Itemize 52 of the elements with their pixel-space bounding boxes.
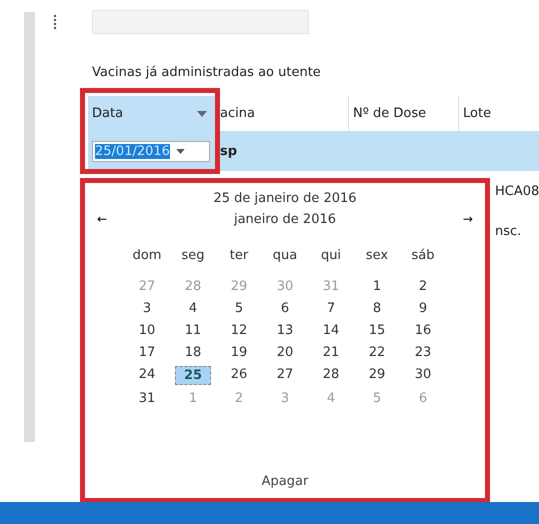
calendar-day[interactable]: 15 — [360, 322, 394, 339]
weekday-label: seg — [181, 248, 205, 263]
calendar-day[interactable]: 18 — [176, 344, 210, 361]
calendar-day[interactable]: 25 — [174, 366, 212, 385]
calendar-day[interactable]: 7 — [318, 300, 344, 317]
previous-month-button[interactable]: ← — [95, 210, 110, 228]
calendar-day[interactable]: 31 — [130, 390, 164, 407]
calendar-day[interactable]: 1 — [364, 278, 390, 295]
calendar-day[interactable]: 3 — [134, 300, 160, 317]
calendar-day[interactable]: 27 — [268, 366, 302, 385]
month-title: janeiro de 2016 — [234, 212, 336, 226]
calendar-day[interactable]: 10 — [130, 322, 164, 339]
calendar-day[interactable]: 8 — [364, 300, 390, 317]
calendar-day[interactable]: 24 — [130, 366, 164, 385]
weekday-label: ter — [230, 248, 248, 263]
weekday-label: sex — [366, 248, 388, 263]
calendar-day[interactable]: 17 — [130, 344, 164, 361]
clear-button[interactable]: Apagar — [256, 473, 314, 490]
calendar-day[interactable]: 30 — [406, 366, 440, 385]
calendar-day[interactable]: 26 — [222, 366, 256, 385]
date-value: 25/01/2016 — [95, 144, 170, 158]
today-link[interactable]: 25 de janeiro de 2016 — [213, 191, 357, 206]
calendar-day[interactable]: 11 — [176, 322, 210, 339]
calendar-day[interactable]: 23 — [406, 344, 440, 361]
dropdown-icon — [176, 148, 185, 154]
next-month-button[interactable]: → — [460, 210, 475, 228]
calendar-day[interactable]: 14 — [314, 322, 348, 339]
table-cell: sp — [220, 144, 238, 158]
calendar-day[interactable]: 2 — [410, 278, 436, 295]
weekday-label: qua — [272, 248, 298, 263]
calendar-day[interactable]: 9 — [410, 300, 436, 317]
calendar-day[interactable]: 16 — [406, 322, 440, 339]
section-title: Vacinas já administradas ao utente — [92, 65, 321, 80]
weekday-label: qui — [320, 248, 342, 263]
calendar-day[interactable]: 20 — [268, 344, 302, 361]
table-row[interactable]: 25/01/2016 sp — [88, 131, 539, 171]
calendar-day[interactable]: 13 — [268, 322, 302, 339]
calendar-day[interactable]: 4 — [180, 300, 206, 317]
weekday-label: dom — [132, 248, 162, 263]
grip-icon — [53, 12, 57, 32]
calendar-day[interactable]: 21 — [314, 344, 348, 361]
faded-button[interactable] — [92, 10, 309, 34]
calendar-day[interactable]: 29 — [360, 366, 394, 385]
calendar-day[interactable]: 12 — [222, 322, 256, 339]
calendar-day[interactable]: 28 — [314, 366, 348, 385]
calendar-day[interactable]: 6 — [272, 300, 298, 317]
calendar-day[interactable]: 5 — [226, 300, 252, 317]
column-header[interactable]: Data — [88, 96, 216, 131]
calendar-day[interactable]: 22 — [360, 344, 394, 361]
calendar-day[interactable]: 19 — [222, 344, 256, 361]
dropdown-icon — [197, 110, 207, 116]
weekday-label: sáb — [412, 248, 434, 263]
